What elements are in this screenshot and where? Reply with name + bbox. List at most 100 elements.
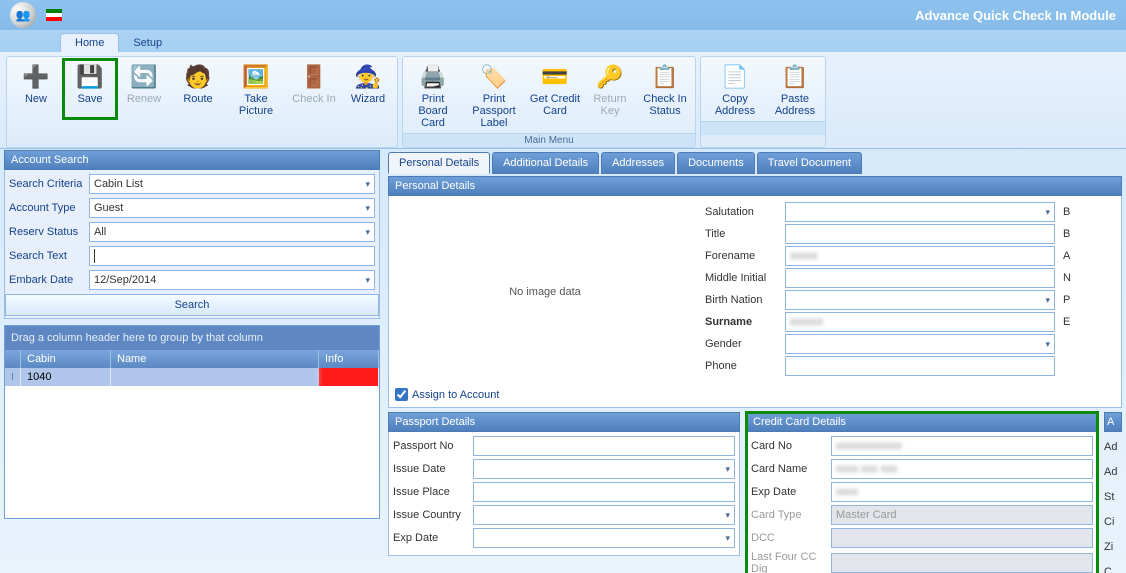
forename-input[interactable]: xxxxx [785, 246, 1055, 266]
passport-header: Passport Details [388, 412, 740, 432]
save-button[interactable]: 💾 Save [63, 59, 117, 119]
search-text-input[interactable] [89, 246, 375, 266]
return-key-button[interactable]: 🔑 Return Key [583, 59, 637, 131]
reserv-status-dropdown[interactable]: All [89, 222, 375, 242]
label-account-type: Account Type [9, 202, 89, 214]
tab-setup[interactable]: Setup [119, 34, 176, 52]
tab-travel-document[interactable]: Travel Document [757, 152, 862, 174]
label-last4: Last Four CC Dig [751, 551, 831, 573]
card-exp-input[interactable]: xxxx [831, 482, 1093, 502]
ribbon-group-label: Main Menu [403, 133, 695, 147]
printer-icon: 🖨️ [417, 61, 449, 93]
personal-details-header: Personal Details [388, 176, 1122, 196]
wizard-button[interactable]: 🧙 Wizard [341, 59, 395, 119]
tab-addresses[interactable]: Addresses [601, 152, 675, 174]
label-search-text: Search Text [9, 250, 89, 262]
print-board-button[interactable]: 🖨️ Print Board Card [405, 59, 461, 131]
right-pane: Personal Details Additional Details Addr… [384, 150, 1126, 573]
new-button[interactable]: ➕ New [9, 59, 63, 119]
label-gender: Gender [705, 338, 785, 350]
get-credit-button[interactable]: 💳 Get Credit Card [527, 59, 583, 131]
label-card-type: Card Type [751, 509, 831, 521]
passport-panel: Passport Details Passport No Issue Date … [388, 412, 740, 573]
assign-to-account-checkbox[interactable] [395, 388, 408, 401]
label-card-name: Card Name [751, 463, 831, 475]
print-passport-button[interactable]: 🏷️ Print Passport Label [461, 59, 527, 131]
passport-issue-date-input[interactable] [473, 459, 735, 479]
person-icon: 🧑 [182, 61, 214, 93]
cell-cabin: 1040 [21, 368, 111, 386]
tab-personal-details[interactable]: Personal Details [388, 152, 490, 174]
floppy-icon: 💾 [74, 61, 106, 93]
salutation-dropdown[interactable] [785, 202, 1055, 222]
paste-address-button[interactable]: 📋 Paste Address [767, 59, 823, 119]
copy-icon: 📄 [719, 61, 751, 93]
take-picture-button[interactable]: 🖼️ Take Picture [225, 59, 287, 119]
ribbon-tabs: Home Setup [0, 30, 1126, 52]
camera-icon: 🖼️ [240, 61, 272, 93]
results-grid: Drag a column header here to group by th… [4, 325, 380, 519]
grid-header: Cabin Name Info [5, 350, 379, 368]
refresh-icon: 🔄 [128, 61, 160, 93]
cc-header: Credit Card Details [746, 412, 1098, 432]
checkin-status-button[interactable]: 📋 Check In Status [637, 59, 693, 131]
new-label: New [25, 93, 47, 105]
key-icon: 🔑 [594, 61, 626, 93]
label-phone: Phone [705, 360, 785, 372]
return-key-label: Return Key [585, 93, 635, 117]
title-input[interactable] [785, 224, 1055, 244]
app-logo-icon: 👥 [10, 2, 36, 28]
passport-no-input[interactable] [473, 436, 735, 456]
surname-input[interactable]: xxxxxx [785, 312, 1055, 332]
paste-address-label: Paste Address [769, 93, 821, 117]
embark-date-dropdown[interactable]: 12/Sep/2014 [89, 270, 375, 290]
col-name[interactable]: Name [111, 350, 319, 368]
renew-label: Renew [127, 93, 161, 105]
paste-icon: 📋 [779, 61, 811, 93]
row-indicator-icon: I [5, 368, 21, 386]
label-embark-date: Embark Date [9, 274, 89, 286]
search-button[interactable]: Search [5, 294, 379, 316]
tab-documents[interactable]: Documents [677, 152, 755, 174]
tab-home[interactable]: Home [60, 33, 119, 52]
wizard-label: Wizard [351, 93, 385, 105]
label-issue-country: Issue Country [393, 509, 473, 521]
card-no-input[interactable]: xxxxxxxxxxxx [831, 436, 1093, 456]
col-cabin[interactable]: Cabin [21, 350, 111, 368]
last4-input [831, 553, 1093, 573]
copy-address-label: Copy Address [705, 93, 765, 117]
account-search-header: Account Search [4, 150, 380, 170]
label-middle: Middle Initial [705, 272, 785, 284]
label-forename: Forename [705, 250, 785, 262]
detail-tabs: Personal Details Additional Details Addr… [388, 150, 1122, 176]
criteria-dropdown[interactable]: Cabin List [89, 174, 375, 194]
renew-button[interactable]: 🔄 Renew [117, 59, 171, 119]
col-info[interactable]: Info [319, 350, 379, 368]
account-type-dropdown[interactable]: Guest [89, 198, 375, 218]
plus-icon: ➕ [20, 61, 52, 93]
phone-input[interactable] [785, 356, 1055, 376]
tab-additional-details[interactable]: Additional Details [492, 152, 599, 174]
check-in-button[interactable]: 🚪 Check In [287, 59, 341, 119]
gender-dropdown[interactable] [785, 334, 1055, 354]
passport-issue-place-input[interactable] [473, 482, 735, 502]
copy-address-button[interactable]: 📄 Copy Address [703, 59, 767, 119]
label-dcc: DCC [751, 532, 831, 544]
print-board-label: Print Board Card [407, 93, 459, 129]
cell-name [111, 368, 319, 386]
label-reserv-status: Reserv Status [9, 226, 89, 238]
label-icon: 🏷️ [478, 61, 510, 93]
passport-exp-input[interactable] [473, 528, 735, 548]
middle-input[interactable] [785, 268, 1055, 288]
card-name-input[interactable]: xxxx xxx xxx [831, 459, 1093, 479]
credit-card-panel: Credit Card Details Card Noxxxxxxxxxxxx … [746, 412, 1098, 573]
passport-issue-country-input[interactable] [473, 505, 735, 525]
status-icon: 📋 [649, 61, 681, 93]
birth-nation-dropdown[interactable] [785, 290, 1055, 310]
table-row[interactable]: I 1040 [5, 368, 379, 386]
door-icon: 🚪 [298, 61, 330, 93]
route-label: Route [183, 93, 212, 105]
ribbon-group-print: 🖨️ Print Board Card 🏷️ Print Passport La… [402, 56, 696, 148]
grid-group-hint[interactable]: Drag a column header here to group by th… [5, 326, 379, 350]
route-button[interactable]: 🧑 Route [171, 59, 225, 119]
